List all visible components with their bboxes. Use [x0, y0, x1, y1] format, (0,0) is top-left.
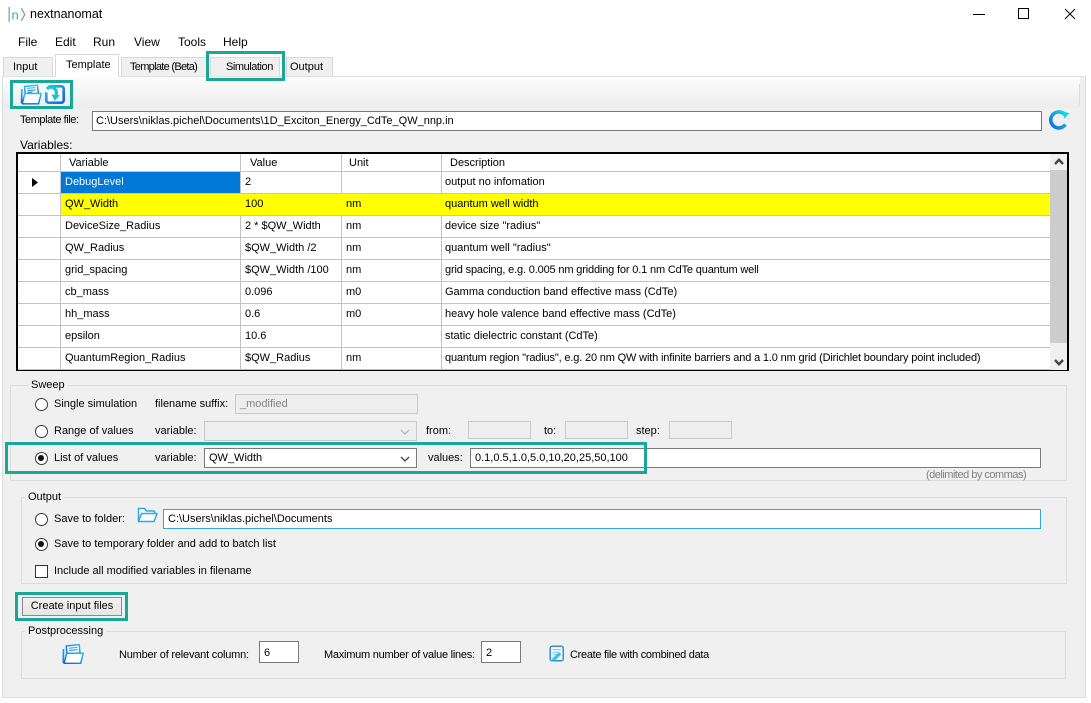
svg-text:n: n	[12, 8, 19, 23]
